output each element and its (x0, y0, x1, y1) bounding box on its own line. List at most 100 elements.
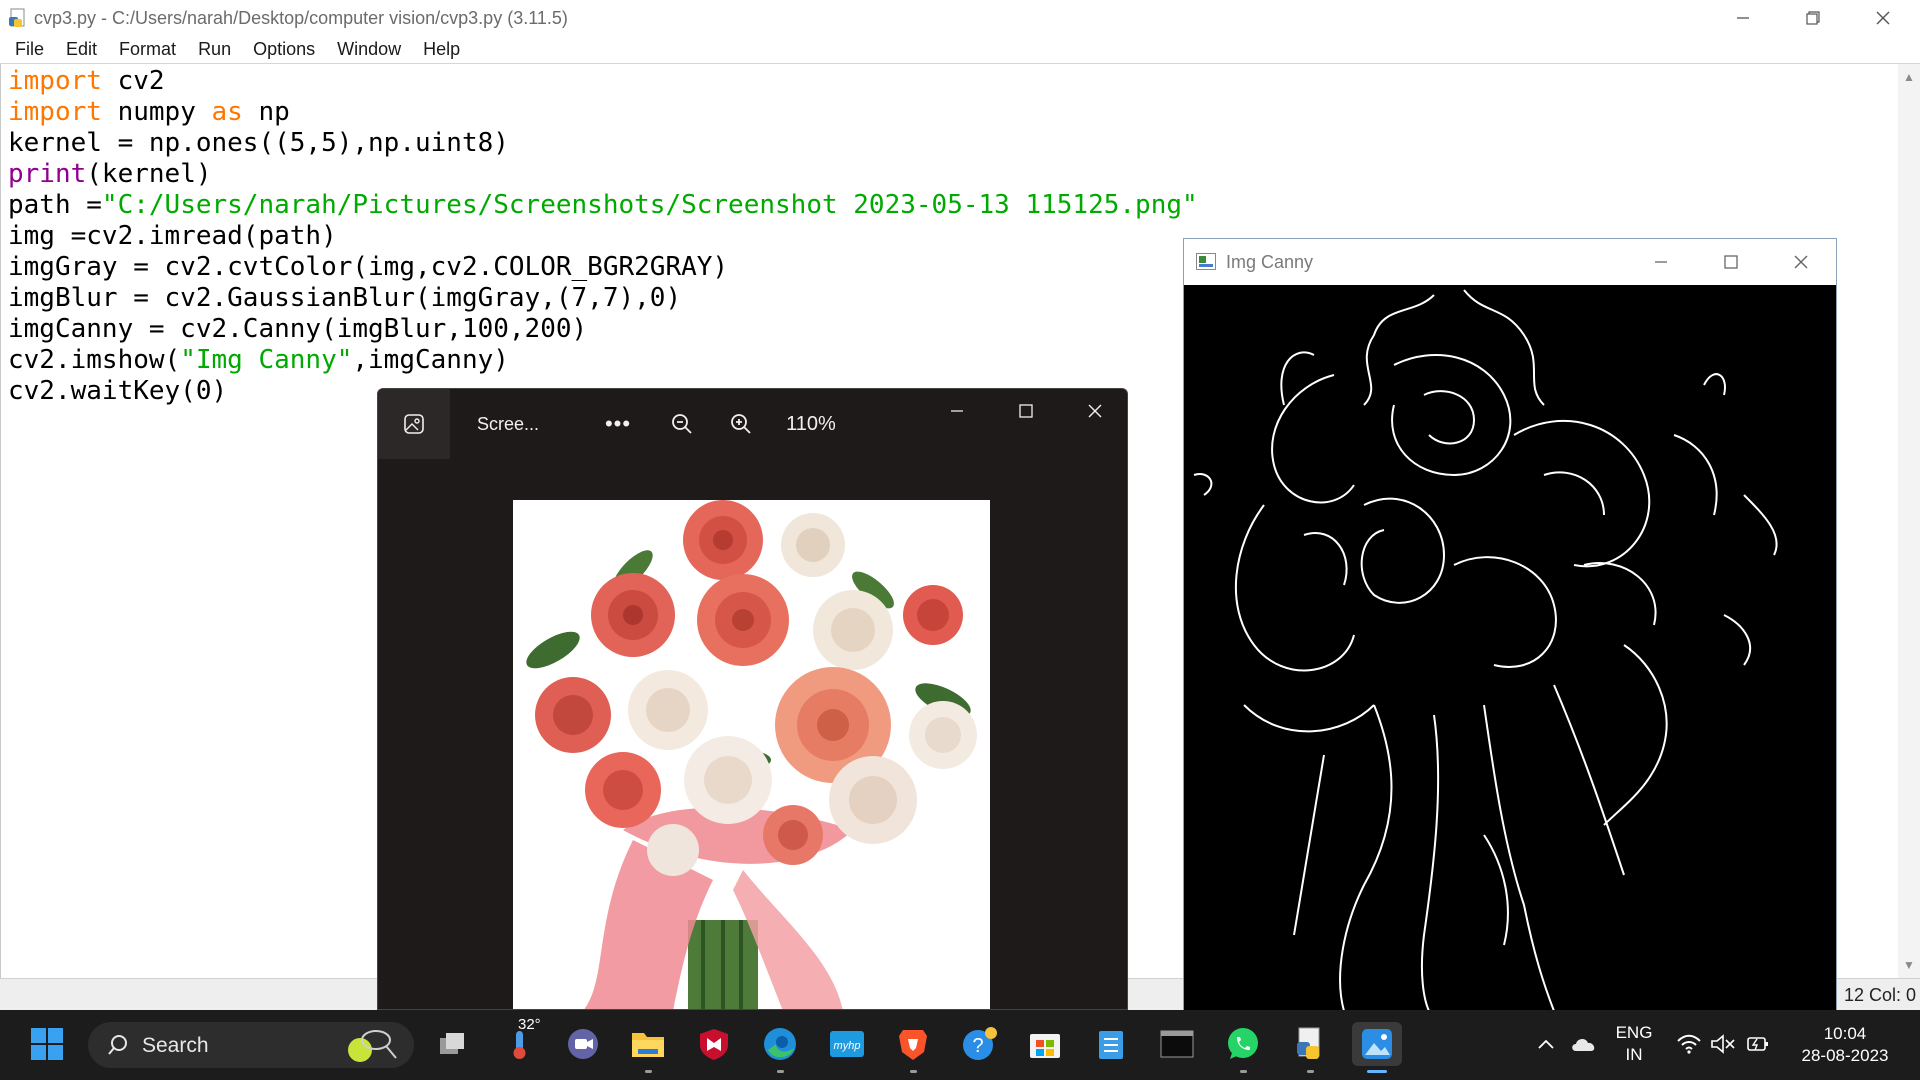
get-help-button[interactable]: ? (958, 1022, 1002, 1066)
code-token: ,imgCanny) (352, 345, 509, 375)
restore-icon (1806, 11, 1820, 25)
photos-app-button[interactable] (1352, 1022, 1402, 1073)
notepad-button[interactable] (1089, 1022, 1133, 1066)
region-code: IN (1625, 1045, 1643, 1064)
code-lines: import cv2 import numpy as np kernel = np.… (8, 66, 1198, 407)
clock[interactable]: 10:04 28-08-2023 (1790, 1023, 1900, 1067)
taskbar: Search 32° myhp ? ENG IN 10:04 28-08-202… (0, 1010, 1920, 1080)
scroll-down-icon[interactable]: ▼ (1903, 958, 1915, 972)
video-chat-icon (568, 1029, 598, 1059)
menu-run[interactable]: Run (187, 39, 242, 60)
scroll-up-icon[interactable]: ▲ (1903, 70, 1915, 84)
code-token: numpy (101, 97, 212, 127)
photos-viewer-window: Scree... ••• 110% (377, 388, 1128, 1010)
photos-toolbar: Scree... ••• 110% (378, 389, 1127, 459)
code-token: as (211, 97, 243, 127)
running-indicator (645, 1070, 652, 1073)
running-indicator (777, 1070, 784, 1073)
photos-close-button[interactable] (1061, 389, 1127, 433)
zoom-out-icon (672, 414, 692, 434)
show-hidden-icons-button[interactable] (1526, 1022, 1566, 1066)
code-token: (kernel) (86, 159, 212, 189)
menu-options[interactable]: Options (242, 39, 326, 60)
gallery-button[interactable] (378, 389, 450, 459)
wifi-status[interactable] (1672, 1022, 1706, 1066)
minimize-icon (1737, 17, 1749, 19)
code-line: kernel = np.ones((5,5),np.uint8) (8, 128, 1198, 159)
zoom-in-button[interactable] (721, 389, 761, 459)
whatsapp-icon (1228, 1028, 1258, 1059)
running-indicator (1307, 1070, 1314, 1073)
onedrive-button[interactable] (1564, 1022, 1604, 1066)
edge-browser-button[interactable] (758, 1022, 802, 1073)
close-icon (1794, 255, 1808, 269)
photos-icon (1362, 1029, 1392, 1059)
help-icon: ? (963, 1027, 997, 1060)
menu-edit[interactable]: Edit (55, 39, 108, 60)
shield-icon (700, 1029, 728, 1060)
zoom-level[interactable]: 110% (776, 389, 846, 459)
menu-format[interactable]: Format (108, 39, 187, 60)
zoom-in-icon (731, 414, 751, 434)
weather-temperature: 32° (518, 1016, 541, 1033)
photos-minimize-button[interactable] (923, 389, 991, 433)
search-box[interactable]: Search (88, 1022, 414, 1068)
start-button[interactable] (25, 1022, 69, 1066)
bouquet-image (526, 500, 977, 1009)
menu-window[interactable]: Window (326, 39, 412, 60)
code-token: kernel = np.ones((5,5),np.uint8) (8, 128, 509, 158)
code-token: imgGray = cv2.cvtColor(img,cv2.COLOR_BGR… (8, 252, 729, 282)
maximize-icon (1019, 404, 1033, 418)
minimize-icon (951, 410, 963, 412)
mcafee-button[interactable] (692, 1022, 736, 1066)
vertical-scrollbar[interactable]: ▲ ▼ (1898, 64, 1920, 978)
battery-status[interactable] (1740, 1022, 1774, 1066)
language-indicator[interactable]: ENG IN (1612, 1022, 1656, 1066)
code-token: cv2.waitKey(0) (8, 376, 228, 406)
code-line: imgCanny = cv2.Canny(imgBlur,100,200) (8, 314, 1198, 345)
terminal-button[interactable] (1155, 1022, 1199, 1066)
language-code: ENG (1615, 1023, 1653, 1042)
python-idle-button[interactable] (1288, 1022, 1332, 1073)
minimize-icon (1655, 261, 1667, 263)
img-canny-window: Img Canny (1183, 238, 1837, 1012)
code-token: cv2.imshow( (8, 345, 181, 375)
weather-widget[interactable]: 32° (498, 1016, 542, 1066)
code-token: np (242, 97, 290, 127)
canny-edge-image (1184, 285, 1836, 1012)
file-explorer-button[interactable] (626, 1022, 670, 1073)
code-token: import (8, 66, 102, 96)
zoom-out-button[interactable] (662, 389, 702, 459)
menu-help[interactable]: Help (412, 39, 471, 60)
code-line: cv2.imshow("Img Canny",imgCanny) (8, 345, 1198, 376)
search-label: Search (142, 1034, 209, 1057)
code-token: imgCanny = cv2.Canny(imgBlur,100,200) (8, 314, 588, 344)
restore-button[interactable] (1778, 0, 1848, 36)
idle-title-bar: cvp3.py - C:/Users/narah/Desktop/compute… (0, 0, 1920, 36)
myhp-button[interactable]: myhp (825, 1022, 869, 1066)
python-idle-icon (1297, 1027, 1320, 1059)
svg-text:?: ? (972, 1035, 983, 1057)
more-options-button[interactable]: ••• (598, 389, 638, 459)
close-icon (1876, 11, 1890, 25)
volume-status[interactable] (1706, 1022, 1740, 1066)
canny-close-button[interactable] (1766, 239, 1836, 285)
menu-file[interactable]: File (4, 39, 55, 60)
meet-app-button[interactable] (561, 1022, 605, 1066)
wifi-icon (1677, 1034, 1701, 1054)
code-line: path ="C:/Users/narah/Pictures/Screensho… (8, 190, 1198, 221)
folder-icon (632, 1033, 664, 1057)
code-line: import numpy as np (8, 97, 1198, 128)
canny-minimize-button[interactable] (1626, 239, 1696, 285)
clock-date: 28-08-2023 (1801, 1046, 1889, 1065)
brave-browser-button[interactable] (891, 1022, 935, 1073)
code-token: path = (8, 190, 102, 220)
whatsapp-button[interactable] (1221, 1022, 1265, 1073)
photos-maximize-button[interactable] (992, 389, 1060, 433)
task-view-button[interactable] (430, 1022, 474, 1066)
minimize-button[interactable] (1708, 0, 1778, 36)
microsoft-store-button[interactable] (1023, 1022, 1067, 1066)
close-button[interactable] (1848, 0, 1918, 36)
canny-maximize-button[interactable] (1696, 239, 1766, 285)
opencv-window-icon (1196, 253, 1216, 270)
